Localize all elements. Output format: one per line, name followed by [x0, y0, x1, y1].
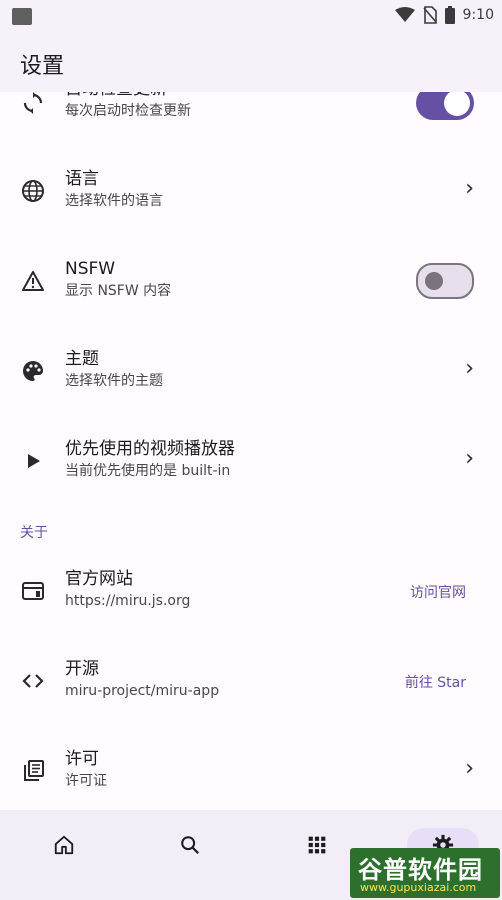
home-icon: [54, 835, 74, 855]
palette-icon: [20, 358, 46, 384]
about-license[interactable]: 许可 许可证 ›: [0, 730, 502, 810]
nav-home[interactable]: [34, 828, 94, 862]
watermark-text: 谷普软件园: [358, 856, 483, 884]
star-repo-link[interactable]: 前往 Star: [405, 672, 466, 692]
about-open-source[interactable]: 开源 miru-project/miru-app 前往 Star: [0, 640, 502, 720]
nav-extensions[interactable]: [287, 828, 347, 862]
search-icon: [181, 836, 200, 855]
play-icon: [20, 448, 46, 474]
setting-theme[interactable]: 主题 选择软件的主题 ›: [0, 330, 502, 410]
chevron-right-icon: ›: [465, 176, 474, 201]
setting-subtitle: 当前优先使用的是 built-in: [65, 463, 231, 479]
about-website[interactable]: 官方网站 https://miru.js.org 访问官网: [0, 550, 502, 630]
setting-language[interactable]: 语言 选择软件的语言 ›: [0, 150, 502, 230]
nav-search[interactable]: [160, 828, 220, 862]
setting-subtitle: 显示 NSFW 内容: [65, 283, 172, 299]
chevron-right-icon: ›: [465, 446, 474, 471]
setting-video-player[interactable]: 优先使用的视频播放器 当前优先使用的是 built-in ›: [0, 420, 502, 500]
about-subtitle: 许可证: [65, 773, 107, 789]
globe-icon: [20, 178, 46, 204]
warning-icon: [20, 268, 46, 294]
setting-nsfw[interactable]: NSFW 显示 NSFW 内容: [0, 240, 502, 320]
setting-subtitle: 选择软件的主题: [65, 373, 163, 389]
about-subtitle: https://miru.js.org: [65, 593, 191, 609]
about-title: 许可: [65, 749, 99, 769]
toggle-knob: [444, 90, 470, 116]
settings-list: 自动检查更新 每次启动时检查更新 语言 选择软件的语言 › NSFW 显示 NS…: [0, 0, 502, 900]
toggle-knob: [425, 272, 443, 290]
chevron-right-icon: ›: [465, 356, 474, 381]
about-title: 官方网站: [65, 569, 133, 589]
about-title: 开源: [65, 659, 99, 679]
sync-icon: [20, 90, 46, 116]
setting-title: 优先使用的视频播放器: [65, 439, 235, 459]
watermark-url: www.gupuxiazai.com: [360, 881, 477, 894]
about-subtitle: miru-project/miru-app: [65, 683, 220, 699]
visit-website-link[interactable]: 访问官网: [410, 582, 466, 602]
nsfw-toggle[interactable]: [416, 263, 474, 299]
setting-title: NSFW: [65, 259, 116, 279]
code-icon: [20, 668, 46, 694]
section-header-about: 关于: [20, 525, 48, 541]
app-bar: 设置: [0, 34, 502, 92]
apps-icon: [308, 836, 326, 854]
setting-title: 语言: [65, 169, 99, 189]
setting-subtitle: 每次启动时检查更新: [65, 103, 191, 119]
chevron-right-icon: ›: [465, 756, 474, 781]
web-icon: [20, 578, 46, 604]
setting-subtitle: 选择软件的语言: [65, 193, 163, 209]
watermark-logo: 谷普软件园 www.gupuxiazai.com: [350, 848, 500, 898]
page-title: 设置: [20, 54, 65, 79]
license-icon: [20, 758, 46, 784]
setting-title: 主题: [65, 349, 99, 369]
